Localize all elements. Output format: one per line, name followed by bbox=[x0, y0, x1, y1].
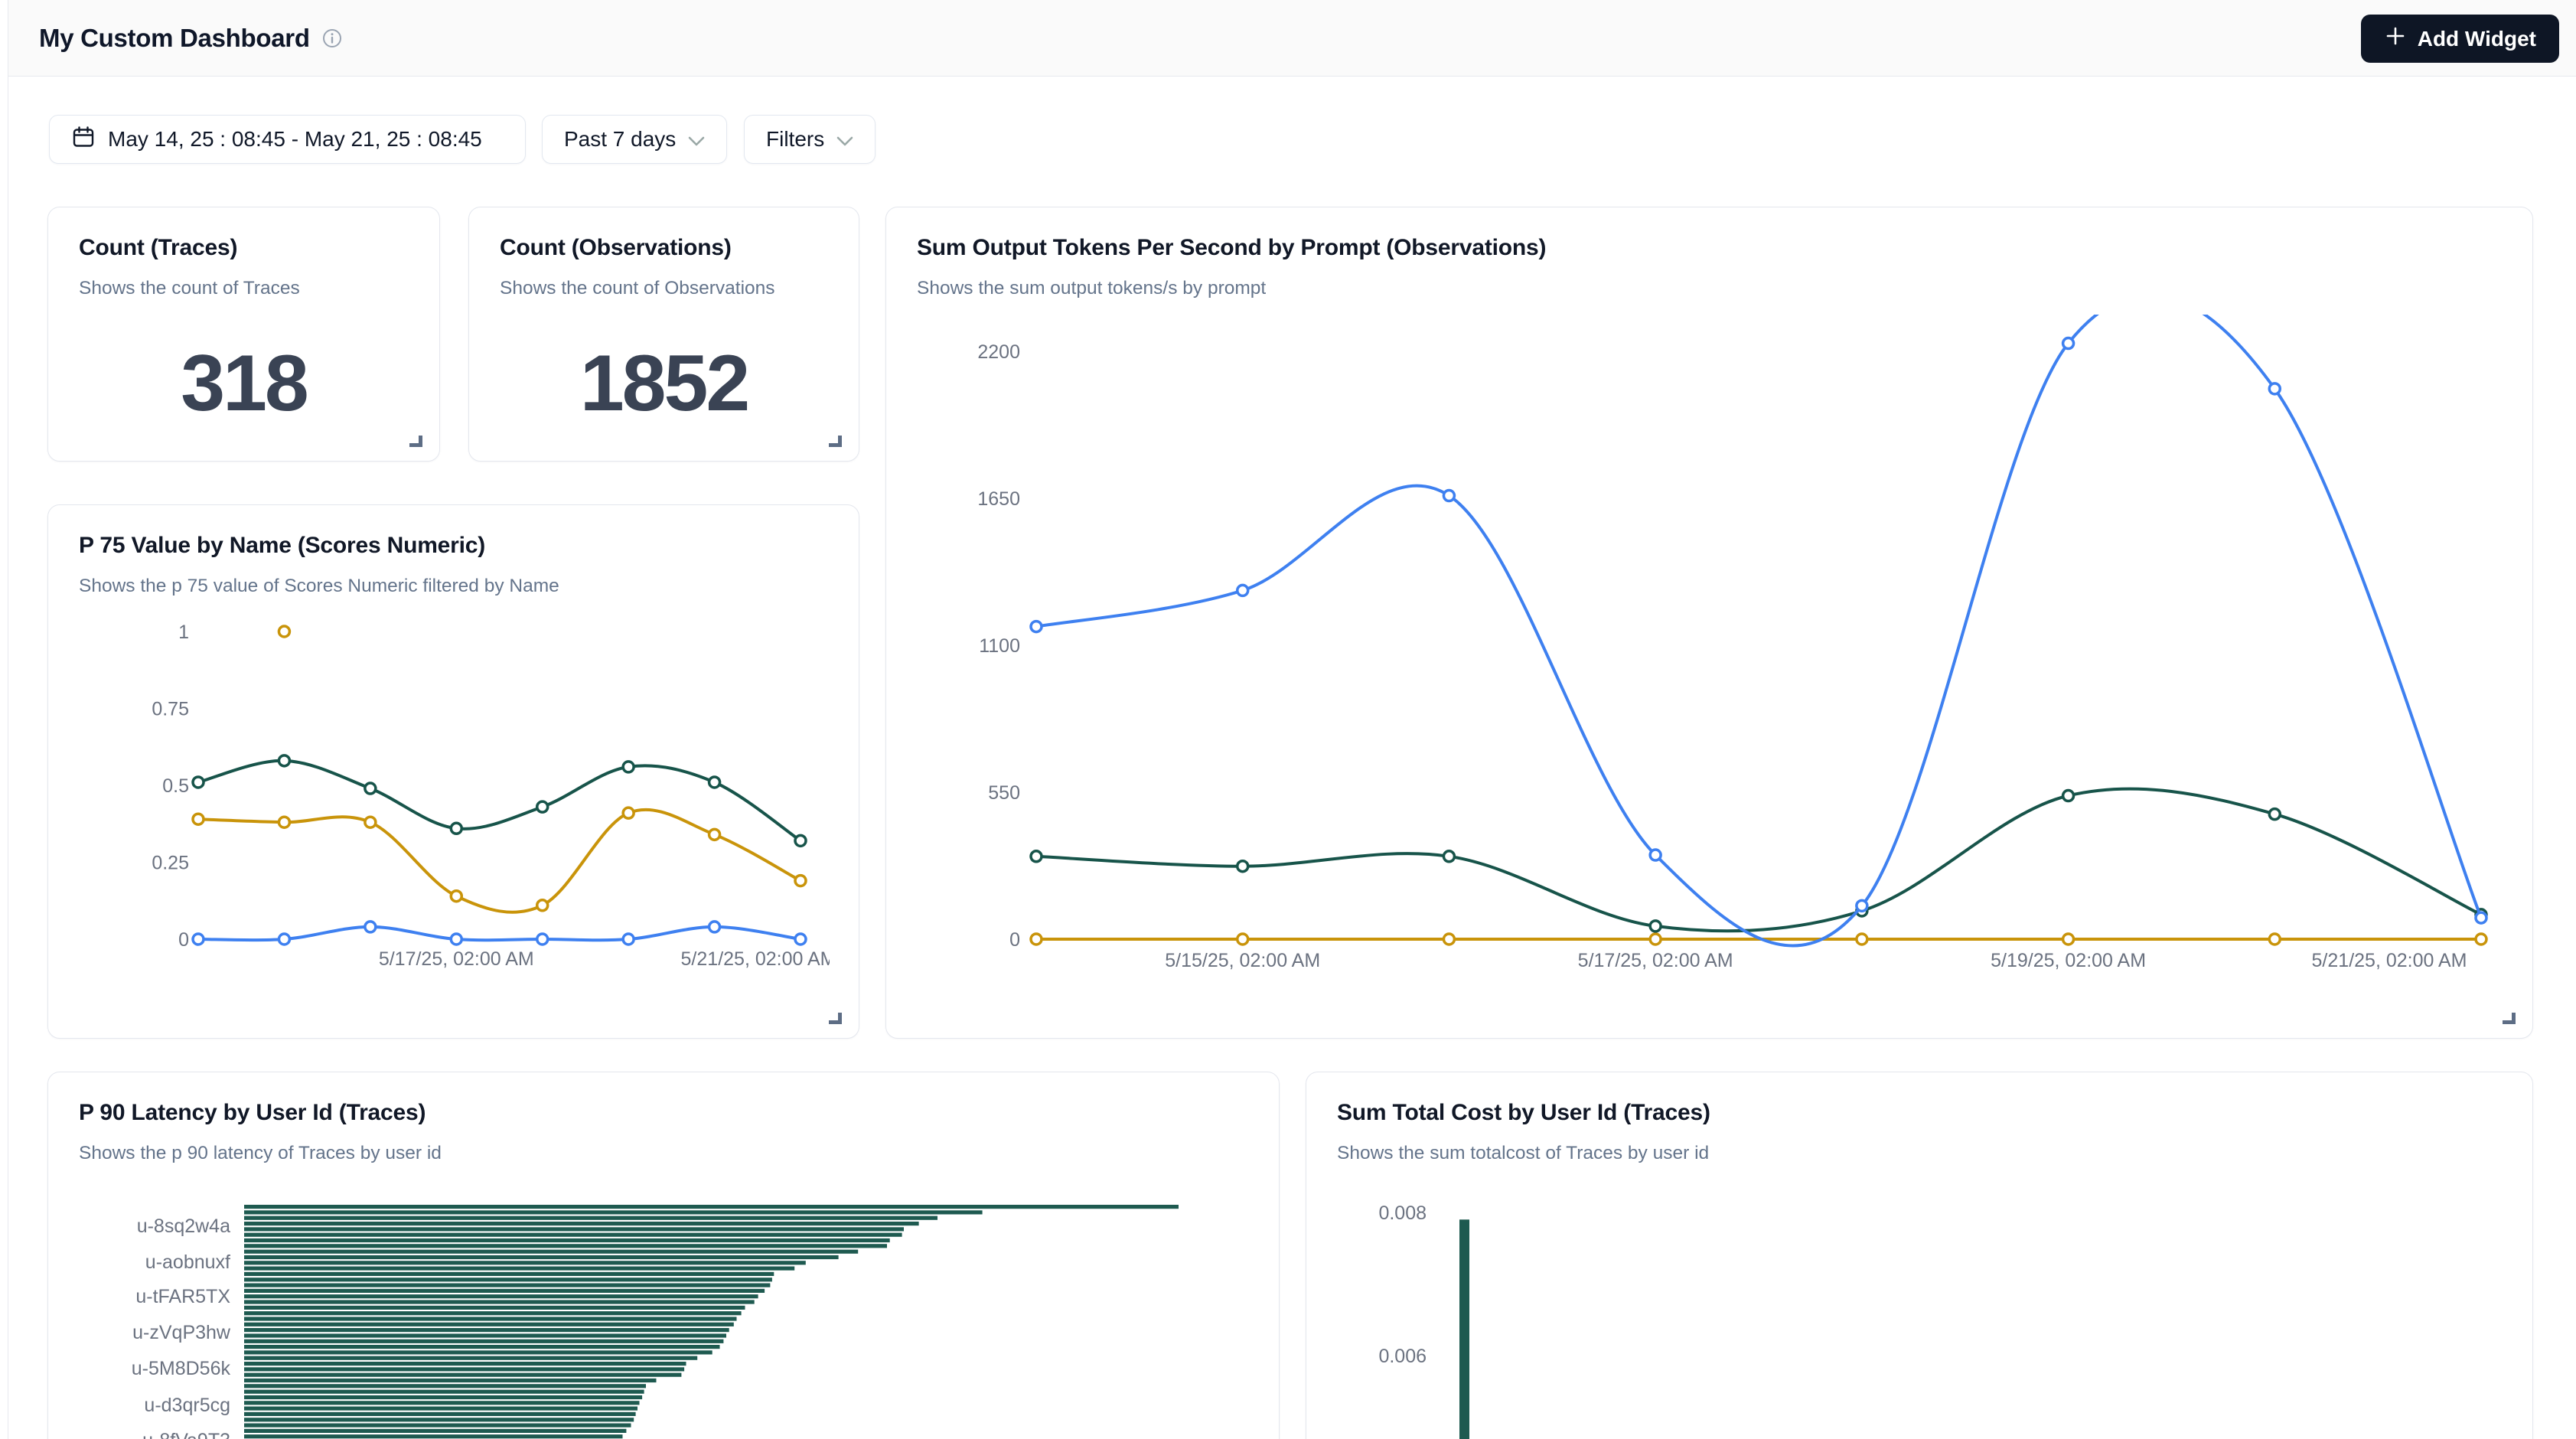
widget-title: Sum Output Tokens Per Second by Prompt (… bbox=[917, 235, 2502, 261]
date-preset-button[interactable]: Past 7 days bbox=[542, 115, 727, 164]
cost-bar-chart: 0.008 0.006 bbox=[1337, 1164, 2503, 1439]
svg-text:2200: 2200 bbox=[977, 341, 1020, 363]
widget-card-count-traces: Count (Traces) Shows the count of Traces… bbox=[47, 207, 440, 462]
svg-text:5/17/25, 02:00 AM: 5/17/25, 02:00 AM bbox=[379, 948, 534, 970]
widget-subtitle: Shows the sum totalcost of Traces by use… bbox=[1337, 1143, 2502, 1164]
svg-text:1: 1 bbox=[178, 622, 189, 643]
svg-text:5/15/25, 02:00 AM: 5/15/25, 02:00 AM bbox=[1165, 950, 1320, 971]
dashboard-page: My Custom Dashboard Add Widget bbox=[0, 0, 2576, 1439]
filters-button[interactable]: Filters bbox=[744, 115, 876, 164]
svg-text:u-d3qr5cg: u-d3qr5cg bbox=[144, 1395, 230, 1416]
resize-handle[interactable] bbox=[409, 436, 422, 447]
widget-subtitle: Shows the p 75 value of Scores Numeric f… bbox=[79, 576, 828, 597]
add-widget-button[interactable]: Add Widget bbox=[2361, 15, 2559, 63]
svg-text:u-8sq2w4a: u-8sq2w4a bbox=[137, 1215, 230, 1237]
widget-card-p90-latency: P 90 Latency by User Id (Traces) Shows t… bbox=[47, 1072, 1280, 1439]
page-header: My Custom Dashboard Add Widget bbox=[8, 0, 2576, 77]
widget-card-total-cost: Sum Total Cost by User Id (Traces) Shows… bbox=[1306, 1072, 2533, 1439]
p90-bar-chart: u-8sq2w4a u-aobnuxf u-tFAR5TX u-zVqP3hw u-5M… bbox=[79, 1164, 1250, 1439]
svg-text:5/17/25, 02:00 AM: 5/17/25, 02:00 AM bbox=[1578, 950, 1733, 971]
svg-text:5/19/25, 02:00 AM: 5/19/25, 02:00 AM bbox=[1991, 950, 2146, 971]
svg-text:u-8fVa9T3: u-8fVa9T3 bbox=[142, 1430, 230, 1439]
widget-card-tokens-per-second: Sum Output Tokens Per Second by Prompt (… bbox=[885, 207, 2533, 1039]
svg-text:u-tFAR5TX: u-tFAR5TX bbox=[135, 1286, 230, 1307]
page-title: My Custom Dashboard bbox=[39, 24, 310, 53]
svg-text:0.25: 0.25 bbox=[152, 853, 189, 874]
svg-text:1650: 1650 bbox=[977, 488, 1020, 510]
widget-title: Count (Observations) bbox=[500, 235, 828, 261]
filters-label: Filters bbox=[766, 127, 824, 152]
svg-text:0.75: 0.75 bbox=[152, 699, 189, 720]
info-icon[interactable] bbox=[322, 28, 342, 48]
tokens-line-chart: 0 550 1100 1650 2200 5/15/25, 02:00 AM 5/17/25… bbox=[917, 315, 2503, 1019]
svg-text:u-aobnuxf: u-aobnuxf bbox=[145, 1251, 230, 1273]
chevron-down-icon bbox=[688, 127, 705, 152]
widget-card-count-observations: Count (Observations) Shows the count of … bbox=[468, 207, 859, 462]
svg-text:0.008: 0.008 bbox=[1378, 1202, 1427, 1224]
widget-title: P 75 Value by Name (Scores Numeric) bbox=[79, 533, 828, 559]
svg-text:0: 0 bbox=[1009, 929, 1020, 951]
p75-line-chart: 0 0.25 0.5 0.75 1 5/17/25, 02:00 AM 5/21/25, 0… bbox=[79, 597, 830, 1026]
add-widget-label: Add Widget bbox=[2418, 27, 2536, 51]
date-range-button[interactable]: May 14, 25 : 08:45 - May 21, 25 : 08:45 bbox=[49, 115, 526, 164]
plus-icon bbox=[2384, 24, 2407, 53]
count-observations-value: 1852 bbox=[469, 322, 859, 445]
widget-title: P 90 Latency by User Id (Traces) bbox=[79, 1100, 1248, 1126]
svg-text:0: 0 bbox=[178, 929, 189, 951]
svg-text:0.006: 0.006 bbox=[1378, 1346, 1427, 1367]
svg-text:5/21/25, 02:00 AM: 5/21/25, 02:00 AM bbox=[2312, 950, 2467, 971]
calendar-icon bbox=[71, 125, 96, 155]
widget-subtitle: Shows the sum output tokens/s by prompt bbox=[917, 278, 2502, 299]
svg-text:u-5M8D56k: u-5M8D56k bbox=[132, 1358, 231, 1379]
svg-text:0.5: 0.5 bbox=[162, 775, 189, 797]
resize-handle[interactable] bbox=[829, 436, 842, 447]
widget-subtitle: Shows the p 90 latency of Traces by user… bbox=[79, 1143, 1248, 1164]
svg-text:1100: 1100 bbox=[979, 635, 1020, 657]
widget-card-p75-scores: P 75 Value by Name (Scores Numeric) Show… bbox=[47, 504, 859, 1039]
widget-title: Sum Total Cost by User Id (Traces) bbox=[1337, 1100, 2502, 1126]
svg-text:5/21/25, 02:00 AM: 5/21/25, 02:00 AM bbox=[681, 948, 830, 970]
widget-subtitle: Shows the count of Traces bbox=[79, 278, 409, 299]
count-traces-value: 318 bbox=[48, 322, 439, 445]
widget-subtitle: Shows the count of Observations bbox=[500, 278, 828, 299]
widget-title: Count (Traces) bbox=[79, 235, 409, 261]
resize-handle[interactable] bbox=[2503, 1013, 2516, 1024]
resize-handle[interactable] bbox=[829, 1013, 842, 1024]
date-preset-label: Past 7 days bbox=[564, 127, 676, 152]
svg-text:u-zVqP3hw: u-zVqP3hw bbox=[132, 1322, 231, 1343]
svg-text:550: 550 bbox=[988, 782, 1020, 804]
date-range-value: May 14, 25 : 08:45 - May 21, 25 : 08:45 bbox=[108, 127, 482, 152]
chevron-down-icon bbox=[836, 127, 853, 152]
